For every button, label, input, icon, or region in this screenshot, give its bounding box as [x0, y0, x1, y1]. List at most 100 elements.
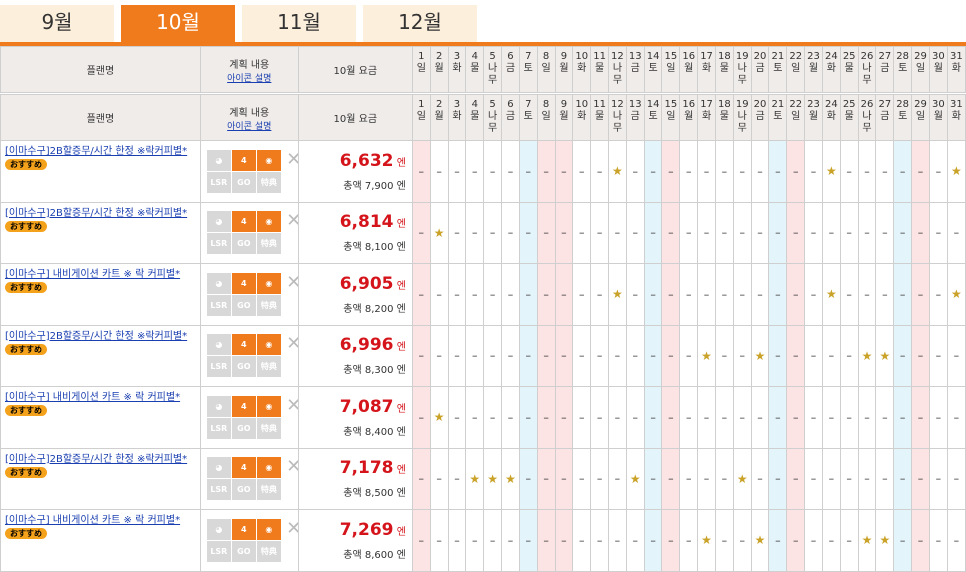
availability-cell[interactable]: ★	[429, 386, 449, 449]
star-icon[interactable]: ★	[612, 164, 623, 178]
availability-cell: –	[875, 201, 895, 264]
lsr-icon: LSR	[206, 294, 231, 316]
star-icon[interactable]: ★	[826, 287, 837, 301]
star-icon[interactable]: ★	[487, 472, 498, 486]
tab-november[interactable]: 11월	[242, 5, 356, 42]
star-icon[interactable]: ★	[755, 349, 766, 363]
availability-cell[interactable]: ★	[875, 509, 895, 572]
availability-cell: –	[804, 324, 823, 387]
availability-cell: –	[590, 509, 609, 572]
availability-cell: –	[536, 201, 556, 264]
availability-cell[interactable]: ★	[750, 509, 770, 572]
star-icon[interactable]: ★	[505, 472, 516, 486]
availability-cell: –	[911, 140, 930, 203]
availability-cell[interactable]: ★	[608, 140, 627, 203]
availability-cell: –	[714, 447, 734, 510]
availability-cell: –	[946, 201, 966, 264]
plan-content-header: 계획 내용 아이콘 설명	[199, 94, 299, 141]
availability-cell[interactable]: ★	[750, 324, 770, 387]
availability-cell[interactable]: ★	[821, 140, 841, 203]
availability-cell[interactable]: ★	[697, 324, 716, 387]
four-sum-icon: 4	[231, 395, 256, 417]
availability-cell[interactable]: ★	[821, 263, 841, 326]
day-header: 23 월	[804, 94, 823, 141]
icon-description-link[interactable]: 아이콘 설명	[227, 74, 271, 84]
availability-cell[interactable]: ★	[732, 447, 752, 510]
availability-cell: –	[911, 201, 930, 264]
availability-cell: –	[465, 509, 485, 572]
day-header: 25 물	[839, 46, 859, 93]
availability-cell: –	[643, 447, 663, 510]
day-header: 15 일	[661, 46, 681, 93]
star-icon[interactable]: ★	[862, 349, 873, 363]
availability-cell[interactable]: ★	[625, 447, 645, 510]
availability-cell[interactable]: ★	[857, 324, 877, 387]
star-icon[interactable]: ★	[879, 349, 890, 363]
star-icon[interactable]: ★	[879, 533, 890, 547]
availability-cell[interactable]: ★	[857, 509, 877, 572]
day-header: 13 금	[625, 46, 645, 93]
star-icon[interactable]: ★	[630, 472, 641, 486]
availability-cell[interactable]: ★	[946, 140, 966, 203]
tab-december[interactable]: 12월	[363, 5, 477, 42]
availability-cell: –	[429, 140, 449, 203]
star-icon[interactable]: ★	[737, 472, 748, 486]
availability-cell[interactable]: ★	[608, 263, 627, 326]
availability-cell: –	[572, 201, 592, 264]
star-icon[interactable]: ★	[612, 287, 623, 301]
star-icon[interactable]: ★	[469, 472, 480, 486]
star-icon[interactable]: ★	[701, 533, 712, 547]
plan-link[interactable]: [이마수구]2B할증무/시간 한정 ※락커피별*	[5, 330, 196, 343]
availability-cell: –	[697, 263, 716, 326]
star-icon[interactable]: ★	[434, 410, 445, 424]
plan-link[interactable]: [이마수구]2B할증무/시간 한정 ※락커피별*	[5, 453, 196, 466]
availability-cell: –	[821, 201, 841, 264]
four-sum-icon: 4	[231, 211, 256, 233]
availability-cell[interactable]: ★	[429, 201, 449, 264]
star-icon[interactable]: ★	[951, 287, 962, 301]
star-icon[interactable]: ★	[434, 226, 445, 240]
availability-cell[interactable]: ★	[697, 509, 716, 572]
availability-cell: –	[875, 263, 895, 326]
availability-cell: –	[732, 509, 752, 572]
plan-link[interactable]: [이마수구]2B할증무/시간 한정 ※락커피별*	[5, 207, 196, 220]
availability-cell: –	[679, 386, 699, 449]
close-icon: ✕	[282, 395, 297, 417]
availability-cell: –	[946, 447, 966, 510]
tab-october[interactable]: 10월	[121, 5, 235, 42]
bonus-icon: 特典	[256, 356, 281, 378]
day-header: 31 화	[946, 46, 966, 93]
star-icon[interactable]: ★	[826, 164, 837, 178]
availability-cell: –	[608, 509, 627, 572]
star-icon[interactable]: ★	[951, 164, 962, 178]
availability-cell: –	[786, 509, 806, 572]
plan-link[interactable]: [이마수구] 내비게이션 카트 ※ 락 커피별*	[5, 268, 196, 281]
price-unit: 엔	[396, 465, 406, 477]
day-header: 28 토	[893, 94, 913, 141]
price-unit: 엔	[396, 342, 406, 354]
availability-cell: –	[804, 201, 823, 264]
four-sum-icon: 4	[231, 149, 256, 171]
availability-cell: –	[572, 509, 592, 572]
availability-cell: –	[786, 201, 806, 264]
day-header: 27 금	[875, 94, 895, 141]
availability-cell: –	[501, 324, 520, 387]
availability-cell: –	[839, 324, 859, 387]
availability-cell[interactable]: ★	[465, 447, 485, 510]
plan-link[interactable]: [이마수구] 내비게이션 카트 ※ 락 커피별*	[5, 391, 196, 404]
tab-september[interactable]: 9월	[0, 5, 114, 42]
plan-link[interactable]: [이마수구]2B할증무/시간 한정 ※락커피별*	[5, 145, 196, 158]
availability-cell[interactable]: ★	[483, 447, 503, 510]
star-icon[interactable]: ★	[701, 349, 712, 363]
star-icon[interactable]: ★	[862, 533, 873, 547]
availability-cell[interactable]: ★	[875, 324, 895, 387]
availability-cell: –	[518, 509, 538, 572]
plan-link[interactable]: [이마수구] 내비게이션 카트 ※ 락 커피별*	[5, 514, 196, 527]
day-header: 2월	[429, 94, 449, 141]
icon-description-link[interactable]: 아이콘 설명	[227, 122, 271, 132]
star-icon[interactable]: ★	[755, 533, 766, 547]
availability-cell: –	[911, 447, 930, 510]
availability-cell: –	[786, 447, 806, 510]
availability-cell[interactable]: ★	[501, 447, 520, 510]
availability-cell[interactable]: ★	[946, 263, 966, 326]
